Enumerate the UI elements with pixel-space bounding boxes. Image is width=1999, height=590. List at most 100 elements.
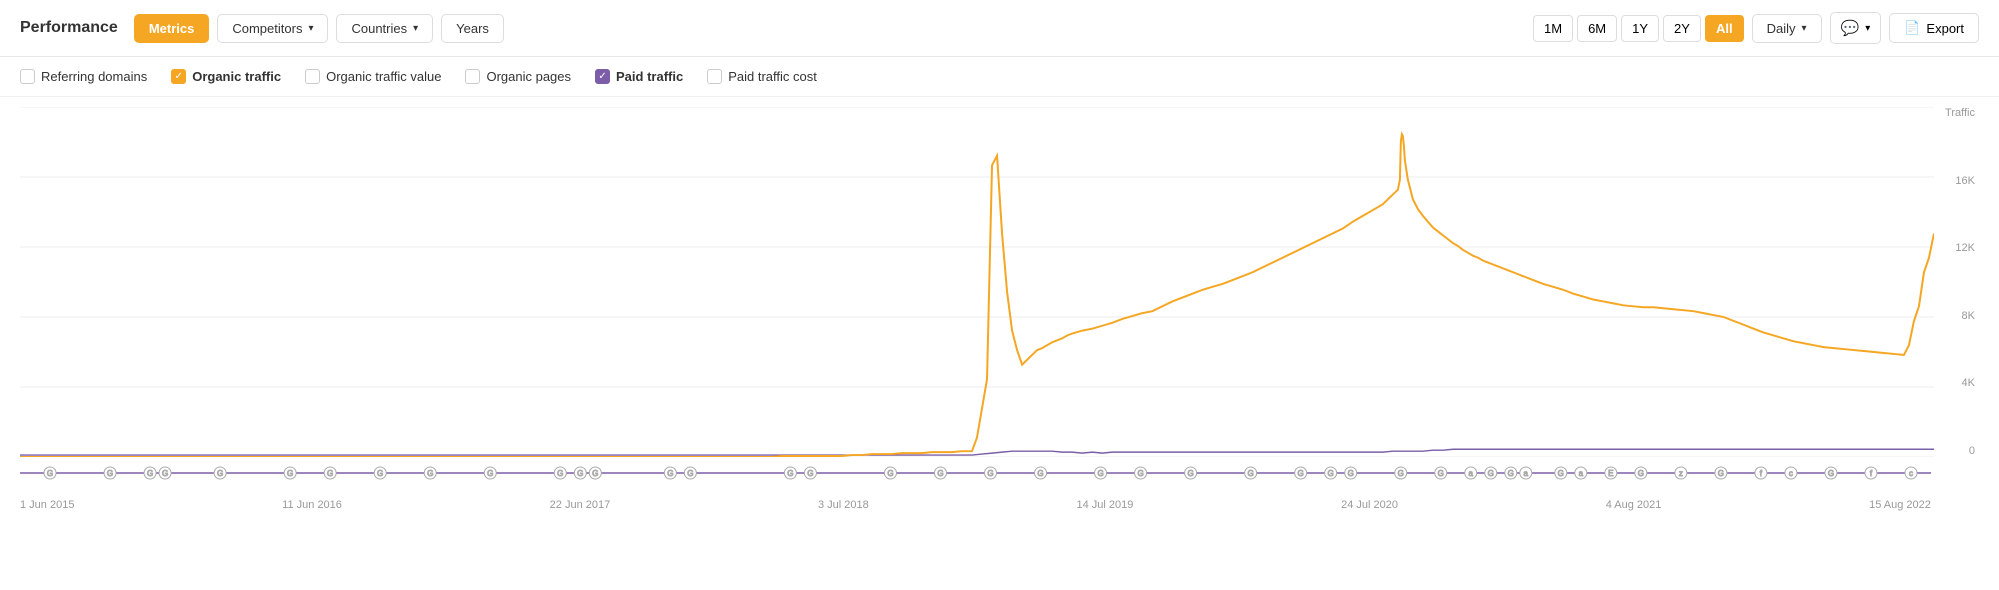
svg-text:G: G — [667, 469, 673, 478]
metrics-button[interactable]: Metrics — [134, 14, 210, 43]
organic-traffic-value-checkbox[interactable] — [305, 69, 320, 84]
svg-text:G: G — [1398, 469, 1404, 478]
paid-traffic-cost-label: Paid traffic cost — [728, 69, 817, 84]
svg-text:G: G — [147, 469, 153, 478]
countries-button[interactable]: Countries ▾ — [336, 14, 433, 43]
comment-button[interactable]: 💬 ▾ — [1830, 12, 1882, 44]
x-label-2022: 15 Aug 2022 — [1869, 499, 1931, 511]
referring-domains-label: Referring domains — [41, 69, 147, 84]
referring-domains-checkbox[interactable] — [20, 69, 35, 84]
svg-text:G: G — [577, 469, 583, 478]
header-right: 1M 6M 1Y 2Y All Daily ▾ 💬 ▾ 📄 Export — [1533, 12, 1979, 44]
svg-text:G: G — [887, 469, 893, 478]
time-range-group: 1M 6M 1Y 2Y All — [1533, 15, 1744, 42]
paid-traffic-cost-checkbox[interactable] — [707, 69, 722, 84]
range-2y-button[interactable]: 2Y — [1663, 15, 1701, 42]
x-axis: 1 Jun 2015 11 Jun 2016 22 Jun 2017 3 Jul… — [20, 499, 1931, 511]
x-label-2017: 22 Jun 2017 — [550, 499, 611, 511]
svg-text:G: G — [377, 469, 383, 478]
y-label-8k: 8K — [1934, 310, 1975, 322]
paid-checkmark-icon: ✓ — [598, 72, 606, 82]
organic-traffic-checkbox[interactable]: ✓ — [171, 69, 186, 84]
metric-referring-domains[interactable]: Referring domains — [20, 69, 147, 84]
metric-paid-traffic[interactable]: ✓ Paid traffic — [595, 69, 683, 84]
svg-text:G: G — [1508, 469, 1514, 478]
y-label-0: 0 — [1934, 445, 1975, 457]
svg-text:G: G — [427, 469, 433, 478]
svg-text:G: G — [807, 469, 813, 478]
x-label-2021: 4 Aug 2021 — [1606, 499, 1662, 511]
organic-pages-label: Organic pages — [486, 69, 571, 84]
organic-pages-checkbox[interactable] — [465, 69, 480, 84]
organic-traffic-line — [20, 134, 1934, 457]
svg-text:G: G — [47, 469, 53, 478]
x-label-2020: 24 Jul 2020 — [1341, 499, 1398, 511]
range-all-button[interactable]: All — [1705, 15, 1744, 42]
range-6m-button[interactable]: 6M — [1577, 15, 1617, 42]
x-label-2015: 1 Jun 2015 — [20, 499, 74, 511]
x-label-2018: 3 Jul 2018 — [818, 499, 869, 511]
svg-text:G: G — [1828, 469, 1834, 478]
svg-text:G: G — [1248, 469, 1254, 478]
metric-organic-traffic[interactable]: ✓ Organic traffic — [171, 69, 281, 84]
svg-text:G: G — [1187, 469, 1193, 478]
svg-text:G: G — [327, 469, 333, 478]
organic-traffic-label: Organic traffic — [192, 69, 281, 84]
header-bar: Performance Metrics Competitors ▾ Countr… — [0, 0, 1999, 57]
chart-svg — [20, 107, 1934, 457]
checkmark-icon: ✓ — [175, 72, 183, 82]
interval-button[interactable]: Daily ▾ — [1752, 14, 1822, 43]
x-label-2016: 11 Jun 2016 — [282, 499, 342, 511]
svg-text:G: G — [1328, 469, 1334, 478]
svg-text:E: E — [1608, 469, 1613, 478]
x-label-2019: 14 Jul 2019 — [1076, 499, 1133, 511]
page-title: Performance — [20, 19, 118, 37]
svg-text:z: z — [1679, 469, 1683, 478]
metric-organic-traffic-value[interactable]: Organic traffic value — [305, 69, 441, 84]
svg-text:G: G — [1638, 469, 1644, 478]
svg-text:G: G — [787, 469, 793, 478]
svg-text:G: G — [592, 469, 598, 478]
export-button[interactable]: 📄 Export — [1889, 13, 1979, 43]
event-markers-svg: G G G G G G G G G G G G G G G — [20, 465, 1931, 481]
metric-organic-pages[interactable]: Organic pages — [465, 69, 571, 84]
svg-text:G: G — [1298, 469, 1304, 478]
paid-traffic-label: Paid traffic — [616, 69, 683, 84]
svg-text:G: G — [1037, 469, 1043, 478]
comment-chevron-icon: ▾ — [1865, 23, 1870, 34]
svg-text:c: c — [1909, 469, 1913, 478]
svg-text:G: G — [217, 469, 223, 478]
svg-text:c: c — [1789, 469, 1793, 478]
range-1y-button[interactable]: 1Y — [1621, 15, 1659, 42]
svg-text:G: G — [487, 469, 493, 478]
paid-traffic-checkbox[interactable]: ✓ — [595, 69, 610, 84]
interval-chevron-icon: ▾ — [1801, 23, 1806, 34]
y-label-16k: 16K — [1934, 175, 1975, 187]
metrics-row: Referring domains ✓ Organic traffic Orga… — [0, 57, 1999, 97]
years-button[interactable]: Years — [441, 14, 504, 43]
svg-text:G: G — [1348, 469, 1354, 478]
svg-text:a: a — [1579, 469, 1584, 478]
svg-text:G: G — [287, 469, 293, 478]
event-markers-row: G G G G G G G G G G G G G G G — [20, 465, 1931, 481]
svg-text:G: G — [162, 469, 168, 478]
metric-paid-traffic-cost[interactable]: Paid traffic cost — [707, 69, 817, 84]
y-label-12k: 12K — [1934, 242, 1975, 254]
range-1m-button[interactable]: 1M — [1533, 15, 1573, 42]
performance-page: Performance Metrics Competitors ▾ Countr… — [0, 0, 1999, 590]
countries-chevron-icon: ▾ — [413, 23, 418, 34]
svg-text:G: G — [687, 469, 693, 478]
competitors-button[interactable]: Competitors ▾ — [217, 14, 328, 43]
export-icon: 📄 — [1904, 20, 1920, 36]
svg-text:G: G — [1718, 469, 1724, 478]
organic-traffic-value-label: Organic traffic value — [326, 69, 441, 84]
y-label-traffic: Traffic — [1934, 107, 1975, 119]
svg-text:G: G — [937, 469, 943, 478]
svg-text:G: G — [987, 469, 993, 478]
y-label-4k: 4K — [1934, 377, 1975, 389]
svg-text:a: a — [1524, 469, 1529, 478]
paid-traffic-line — [20, 449, 1934, 455]
svg-text:a: a — [1469, 469, 1474, 478]
competitors-chevron-icon: ▾ — [308, 23, 313, 34]
svg-text:G: G — [107, 469, 113, 478]
